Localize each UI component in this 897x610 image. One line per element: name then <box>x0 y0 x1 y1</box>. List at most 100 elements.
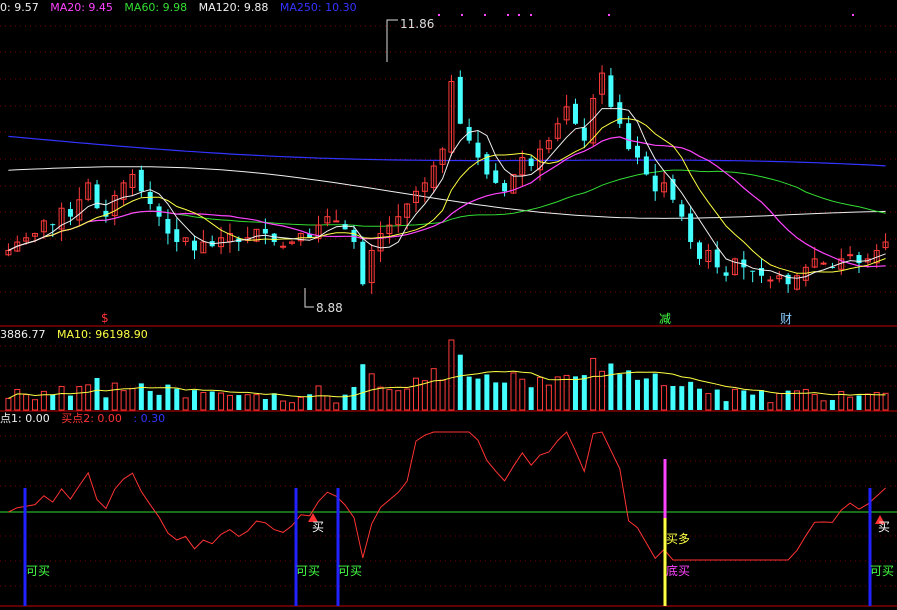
volume-bar-up <box>767 402 774 411</box>
candle-down <box>581 127 587 141</box>
candle-down <box>147 191 153 204</box>
signal-dot <box>852 14 854 16</box>
volume-bar-up <box>377 386 384 411</box>
volume-bar-up <box>448 339 455 411</box>
volume-bar-down <box>236 395 242 410</box>
volume-bar-up <box>111 382 118 411</box>
volume-bar-up <box>32 399 39 411</box>
volume-bar-up <box>333 402 340 411</box>
candle-down <box>174 229 180 242</box>
dollar-marker: $ <box>101 311 109 325</box>
volume-bar-down <box>626 370 632 410</box>
volume-bar-down <box>572 376 578 410</box>
volume-bar-down <box>457 354 463 410</box>
high-price-pointer <box>386 19 398 62</box>
volume-bar-down <box>608 363 614 410</box>
volume-bar-up <box>395 390 402 411</box>
volume-bar-down <box>209 391 215 410</box>
volume-bar-up <box>297 396 304 411</box>
volume-bar-down <box>94 377 100 410</box>
volume-bar-up <box>537 376 544 411</box>
candle-down <box>634 145 640 158</box>
volume-bar-down <box>165 384 171 410</box>
candle-up <box>847 254 854 257</box>
volume-bar-down <box>679 386 685 410</box>
legend-ma120: MA120: 9.88 <box>198 1 269 14</box>
volume-bar-up <box>563 374 570 411</box>
volume-bar-up <box>510 372 517 411</box>
candle-down <box>360 241 366 285</box>
candle-down <box>457 76 463 124</box>
legend-ma20: MA20: 9.45 <box>50 1 113 14</box>
low-price-label: 8.88 <box>316 301 343 315</box>
candle-down <box>572 103 578 124</box>
volume-bar-up <box>76 386 83 411</box>
signal-dot <box>461 14 463 16</box>
volume-bar-up <box>288 402 295 411</box>
candle-down <box>750 270 756 272</box>
volume-bar-down <box>829 399 835 410</box>
candle-down <box>697 242 703 259</box>
candle-down <box>643 156 649 175</box>
volume-bar-up <box>519 378 526 411</box>
main-legend: 0: 9.57 MA20: 9.45 MA60: 9.98 MA120: 9.8… <box>0 1 365 14</box>
volume-bar-down <box>466 376 472 410</box>
candle-down <box>679 204 685 217</box>
legend-price: 0: 9.57 <box>0 1 39 14</box>
high-price-label: 11.86 <box>400 17 435 31</box>
signal-dot <box>608 14 610 16</box>
candle-down <box>652 175 658 192</box>
volume-bar-down <box>643 378 649 410</box>
volume-bar-down <box>271 393 277 410</box>
volume-bar-up <box>244 394 251 411</box>
ma5-line <box>8 108 886 279</box>
volume-bar-down <box>759 390 765 410</box>
volume-bar-up <box>802 388 809 411</box>
volume-bar-up <box>439 379 446 411</box>
volume-bar-up <box>226 394 233 411</box>
signal-dot <box>530 14 532 16</box>
candle-down <box>688 213 694 242</box>
mai-label-2: 买 <box>878 520 891 534</box>
volume-bar-up <box>23 394 30 411</box>
legend-buy-point-2: 买点2: 0.00 <box>61 412 122 425</box>
volume-bar-down <box>688 381 694 410</box>
volume-bar-down <box>714 389 720 410</box>
volume-bar-up <box>661 385 668 411</box>
volume-bar-up <box>882 392 889 411</box>
candle-down <box>608 75 614 107</box>
volume-bar-up <box>58 386 65 411</box>
buy-label-2: 可买 <box>296 564 321 578</box>
buy-label-4: 可买 <box>870 564 895 578</box>
signal-dot <box>507 14 509 16</box>
candle-down <box>342 224 348 230</box>
volume-bar-down <box>634 379 640 410</box>
candle-down <box>94 184 100 209</box>
volume-bar-up <box>14 388 21 411</box>
legend-indicator-3: : 0.30 <box>133 412 166 425</box>
volume-bar-up <box>776 392 783 411</box>
jian-marker: 减 <box>659 312 672 326</box>
candle-up <box>820 262 827 265</box>
volume-bar-down <box>191 390 197 410</box>
volume-bar-down <box>174 388 180 410</box>
volume-bar-down <box>741 390 747 410</box>
volume-bar-up <box>864 393 871 411</box>
ma250-line <box>8 135 886 167</box>
volume-bar-up <box>218 392 225 411</box>
candle-down <box>262 228 268 234</box>
candle-down <box>670 178 676 200</box>
volume-bar-up <box>820 400 827 411</box>
candle-down <box>502 183 508 192</box>
volume-bar-down <box>750 394 756 410</box>
stock-chart[interactable] <box>0 0 897 610</box>
volume-bar-down <box>856 395 862 410</box>
volume-bar-down <box>617 374 623 410</box>
volume-bar-up <box>705 393 712 411</box>
volume-bar-up <box>545 384 552 411</box>
candle-down <box>617 102 623 124</box>
legend-ma60: MA60: 9.98 <box>124 1 188 14</box>
volume-bar-down <box>147 390 153 410</box>
candle-down <box>493 170 499 183</box>
volume-bar-down <box>652 373 658 410</box>
